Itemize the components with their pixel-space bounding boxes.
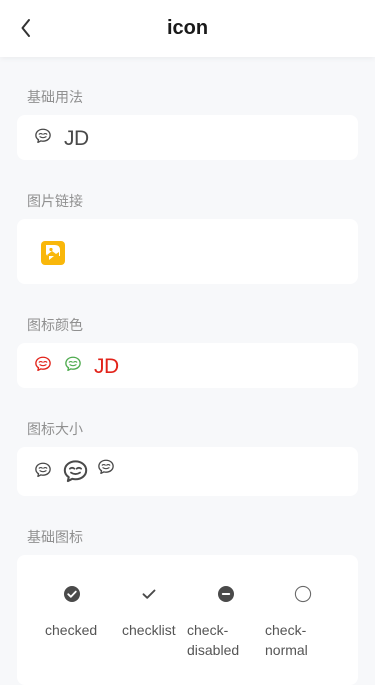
- checked-icon[interactable]: [63, 585, 81, 603]
- icon-name-check-disabled: check- disabled: [187, 622, 240, 658]
- section-label-colors: 图标颜色: [27, 318, 83, 334]
- message-icon-green: [64, 355, 82, 378]
- basic-icons-grid: checked checklist check- disabled check-…: [17, 555, 358, 685]
- checklist-icon[interactable]: [140, 585, 158, 603]
- message-icon-medium: [97, 458, 115, 481]
- icon-name-check-normal: check- normal: [265, 622, 308, 658]
- jd-text-icon-red: JD: [94, 354, 119, 378]
- jd-text-icon: JD: [64, 126, 89, 150]
- image-link-card: [17, 219, 358, 284]
- message-icon-red: [34, 355, 52, 378]
- icon-name-checklist: checklist: [122, 622, 176, 638]
- basic-usage-card: JD: [17, 115, 358, 160]
- icon-colors-card: JD: [17, 343, 358, 388]
- check-normal-icon[interactable]: [294, 585, 312, 603]
- section-label-basic: 基础用法: [27, 90, 83, 106]
- message-icon: [34, 127, 52, 150]
- icon-name-checked: checked: [45, 622, 98, 638]
- section-label-basic-icons: 基础图标: [27, 530, 83, 546]
- message-icon-large: [62, 458, 89, 490]
- message-icon-small: [34, 461, 52, 484]
- image-link-icon: [40, 240, 66, 271]
- icon-sizes-card: [17, 447, 358, 496]
- chevron-left-icon[interactable]: [16, 17, 36, 39]
- page-title: icon: [166, 17, 209, 39]
- top-nav-bar: icon: [0, 0, 375, 57]
- section-label-image-link: 图片链接: [27, 194, 83, 210]
- section-label-sizes: 图标大小: [27, 422, 83, 438]
- check-disabled-icon[interactable]: [217, 585, 235, 603]
